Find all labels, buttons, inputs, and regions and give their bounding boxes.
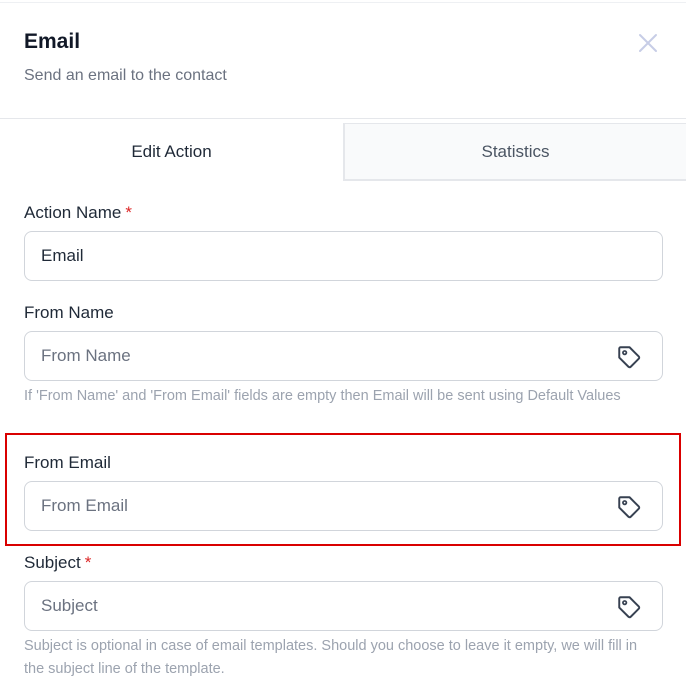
tab-bar: Edit Action Statistics (0, 123, 686, 181)
panel-subtitle: Send an email to the contact (24, 67, 227, 84)
email-action-panel: Email Send an email to the contact Edit … (0, 0, 686, 685)
panel-title: Email (24, 30, 81, 53)
subject-help-text: Subject is optional in case of email tem… (24, 638, 638, 677)
subject-placeholder: Subject (41, 596, 98, 615)
tag-icon[interactable] (616, 344, 642, 370)
tab-statistics[interactable]: Statistics (345, 123, 686, 181)
from-email-label: From Email (24, 453, 111, 472)
action-name-label: Action Name * (24, 203, 132, 223)
required-marker: * (125, 203, 132, 222)
action-name-input[interactable]: Email (24, 231, 663, 281)
tab-edit-action[interactable]: Edit Action (0, 123, 345, 181)
from-email-input[interactable]: From Email (24, 481, 663, 531)
tag-icon[interactable] (616, 494, 642, 520)
subject-label: Subject * (24, 553, 91, 573)
close-icon[interactable] (636, 31, 660, 55)
action-name-value: Email (41, 246, 84, 265)
from-name-help-text: If 'From Name' and 'From Email' fields a… (24, 388, 621, 404)
tag-icon[interactable] (616, 594, 642, 620)
from-email-placeholder: From Email (41, 496, 128, 515)
subject-label-text: Subject (24, 553, 81, 572)
from-name-input[interactable]: From Name (24, 331, 663, 381)
required-marker: * (84, 553, 92, 572)
subject-input[interactable]: Subject (24, 581, 663, 631)
panel-header: Email Send an email to the contact (0, 3, 686, 119)
from-name-label: From Name (24, 303, 114, 322)
from-name-placeholder: From Name (41, 346, 131, 365)
action-name-label-text: Action Name (24, 203, 122, 222)
